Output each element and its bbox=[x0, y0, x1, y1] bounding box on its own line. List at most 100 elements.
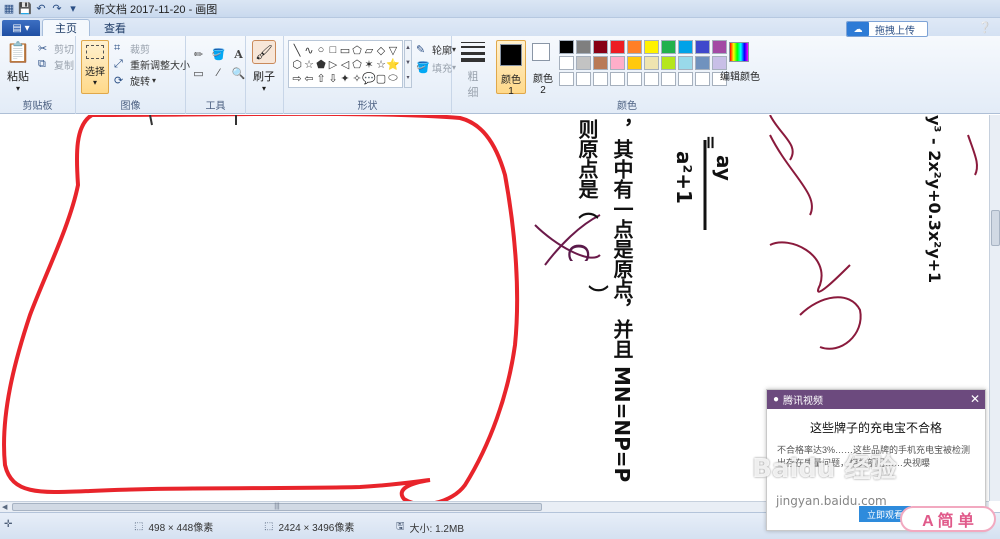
drag-upload-button[interactable]: ☁ 拖拽上传 bbox=[846, 21, 928, 37]
palette-swatch[interactable] bbox=[559, 56, 574, 70]
palette-swatch[interactable] bbox=[593, 40, 608, 54]
palette-swatch[interactable] bbox=[678, 56, 693, 70]
cut-label: 剪切 bbox=[54, 45, 74, 56]
tab-home[interactable]: 主页 bbox=[42, 19, 90, 36]
palette-swatch[interactable] bbox=[593, 56, 608, 70]
magnifier-icon[interactable]: 🔍 bbox=[230, 65, 247, 81]
tab-view[interactable]: 查看 bbox=[92, 19, 138, 36]
color-palette bbox=[559, 40, 727, 86]
palette-swatch[interactable] bbox=[661, 72, 676, 86]
shape-option[interactable]: 💬 bbox=[362, 71, 376, 85]
color1-button[interactable]: 颜色 1 bbox=[496, 40, 526, 97]
palette-swatch[interactable] bbox=[644, 40, 659, 54]
shape-option[interactable]: ▽ bbox=[387, 43, 399, 57]
shape-option[interactable]: ⇩ bbox=[327, 71, 339, 85]
help-icon[interactable]: ❔ bbox=[978, 21, 992, 34]
chevron-down-icon: ▾ bbox=[152, 76, 157, 85]
palette-swatch[interactable] bbox=[678, 40, 693, 54]
eraser-icon[interactable]: ▭ bbox=[190, 65, 207, 81]
shape-option[interactable]: ⬡ bbox=[291, 57, 303, 71]
size-button[interactable]: 粗 细 bbox=[458, 40, 488, 100]
palette-swatch[interactable] bbox=[627, 40, 642, 54]
brushes-button[interactable]: 🖌 刷子 ▾ bbox=[252, 40, 276, 93]
palette-swatch[interactable] bbox=[661, 40, 676, 54]
edit-colors-label[interactable]: 编辑颜色 bbox=[720, 68, 760, 83]
shape-option[interactable]: ☆ bbox=[303, 57, 315, 71]
shape-option[interactable]: ◇ bbox=[375, 43, 387, 57]
shape-option[interactable]: ⇨ bbox=[291, 71, 303, 85]
edit-colors-icon[interactable] bbox=[729, 42, 749, 62]
shape-option[interactable]: ╲ bbox=[291, 43, 303, 57]
palette-swatch[interactable] bbox=[695, 40, 710, 54]
customize-quick-access-icon[interactable]: ▾ bbox=[66, 2, 80, 16]
color2-button[interactable]: 颜色 2 bbox=[530, 40, 556, 96]
copy-button[interactable]: ⧉ 复制 bbox=[38, 57, 74, 72]
close-icon[interactable]: ✕ bbox=[970, 392, 980, 406]
palette-swatch[interactable] bbox=[644, 72, 659, 86]
shape-option[interactable]: ▭ bbox=[339, 43, 351, 57]
palette-swatch[interactable] bbox=[661, 56, 676, 70]
shape-option[interactable]: ⭐ bbox=[386, 57, 400, 71]
palette-swatch[interactable] bbox=[678, 72, 693, 86]
resize-button[interactable]: ⤢ 重新调整大小 bbox=[114, 57, 190, 72]
palette-swatch[interactable] bbox=[576, 56, 591, 70]
color2-label: 颜色 2 bbox=[533, 74, 553, 96]
paint-app-icon[interactable]: ▦ bbox=[2, 2, 16, 16]
vertical-scroll-thumb[interactable] bbox=[991, 210, 1000, 246]
palette-swatch[interactable] bbox=[610, 40, 625, 54]
resize-label: 重新调整大小 bbox=[130, 61, 190, 72]
palette-swatch[interactable] bbox=[593, 72, 608, 86]
shape-option[interactable]: ▷ bbox=[327, 57, 339, 71]
text-tool-icon[interactable]: A bbox=[230, 46, 247, 62]
shape-option[interactable]: ∿ bbox=[303, 43, 315, 57]
shape-option[interactable]: ▱ bbox=[363, 43, 375, 57]
shape-option[interactable]: ⬭ bbox=[387, 71, 399, 85]
shape-option[interactable]: ✶ bbox=[363, 57, 375, 71]
shape-option[interactable]: ⬟ bbox=[315, 57, 327, 71]
canvas-line2: 则原点是（ bbox=[575, 119, 599, 219]
palette-swatch[interactable] bbox=[695, 72, 710, 86]
crop-icon: ⌗ bbox=[114, 42, 121, 54]
select-button[interactable]: 选择 ▾ bbox=[81, 40, 109, 94]
palette-swatch[interactable] bbox=[576, 72, 591, 86]
palette-swatch[interactable] bbox=[576, 40, 591, 54]
redo-icon[interactable]: ↷ bbox=[50, 2, 64, 16]
fill-button[interactable]: 🪣 填充 ▾ bbox=[416, 60, 456, 75]
shape-option[interactable]: ▢ bbox=[375, 71, 387, 85]
rotate-button[interactable]: ⟳ 旋转 ▾ bbox=[114, 73, 156, 88]
palette-swatch[interactable] bbox=[644, 56, 659, 70]
shape-option[interactable]: ⇦ bbox=[303, 71, 315, 85]
palette-swatch[interactable] bbox=[610, 72, 625, 86]
color-picker-icon[interactable]: ⁄ bbox=[210, 65, 227, 81]
shape-option[interactable]: □ bbox=[327, 43, 339, 57]
shape-option[interactable]: ✦ bbox=[339, 71, 351, 85]
palette-swatch[interactable] bbox=[610, 56, 625, 70]
shape-option[interactable]: ⬠ bbox=[351, 57, 363, 71]
save-icon[interactable]: 💾 bbox=[18, 2, 32, 16]
cut-button[interactable]: ✂ 剪切 bbox=[38, 41, 74, 56]
palette-swatch[interactable] bbox=[712, 40, 727, 54]
image-group: 选择 ▾ ⌗ 裁剪 ⤢ 重新调整大小 ⟳ 旋转 ▾ 图像 bbox=[76, 36, 190, 114]
vertical-scrollbar[interactable] bbox=[989, 115, 1000, 501]
palette-swatch[interactable] bbox=[627, 72, 642, 86]
shape-option[interactable]: ○ bbox=[315, 43, 327, 57]
scroll-left-icon[interactable]: ◀ bbox=[2, 503, 7, 511]
popup-headline[interactable]: 这些牌子的充电宝不合格 bbox=[767, 419, 985, 436]
outline-button[interactable]: ✎ 轮廓 ▾ bbox=[416, 42, 456, 57]
paste-button[interactable]: 📋 粘贴 ▾ bbox=[6, 40, 31, 94]
file-menu-button[interactable]: ▤ ▾ bbox=[2, 20, 40, 36]
palette-swatch[interactable] bbox=[627, 56, 642, 70]
undo-icon[interactable]: ↶ bbox=[34, 2, 48, 16]
crop-button[interactable]: ⌗ 裁剪 bbox=[114, 41, 150, 56]
horizontal-scroll-thumb[interactable]: ||| bbox=[12, 503, 542, 511]
shape-option[interactable]: ◁ bbox=[339, 57, 351, 71]
fill-bucket-icon[interactable]: 🪣 bbox=[210, 46, 227, 62]
pencil-icon[interactable]: ✏ bbox=[190, 46, 207, 62]
shape-option[interactable]: ⬠ bbox=[351, 43, 363, 57]
palette-swatch[interactable] bbox=[695, 56, 710, 70]
shapes-gallery[interactable]: ╲ ∿ ○ □ ▭ ⬠ ▱ ◇ ▽ ⬡ ☆ ⬟ ▷ ◁ ⬠ ✶ ☆ ⭐ ⇨ ⇦ ⇧ ⇩ ✦ ✧ 💬 ▢ ⬭ bbox=[288, 40, 403, 88]
shapes-scroll[interactable]: ▲ ▼ ▾ bbox=[404, 40, 412, 88]
palette-swatch[interactable] bbox=[559, 40, 574, 54]
shape-option[interactable]: ⇧ bbox=[315, 71, 327, 85]
palette-swatch[interactable] bbox=[559, 72, 574, 86]
